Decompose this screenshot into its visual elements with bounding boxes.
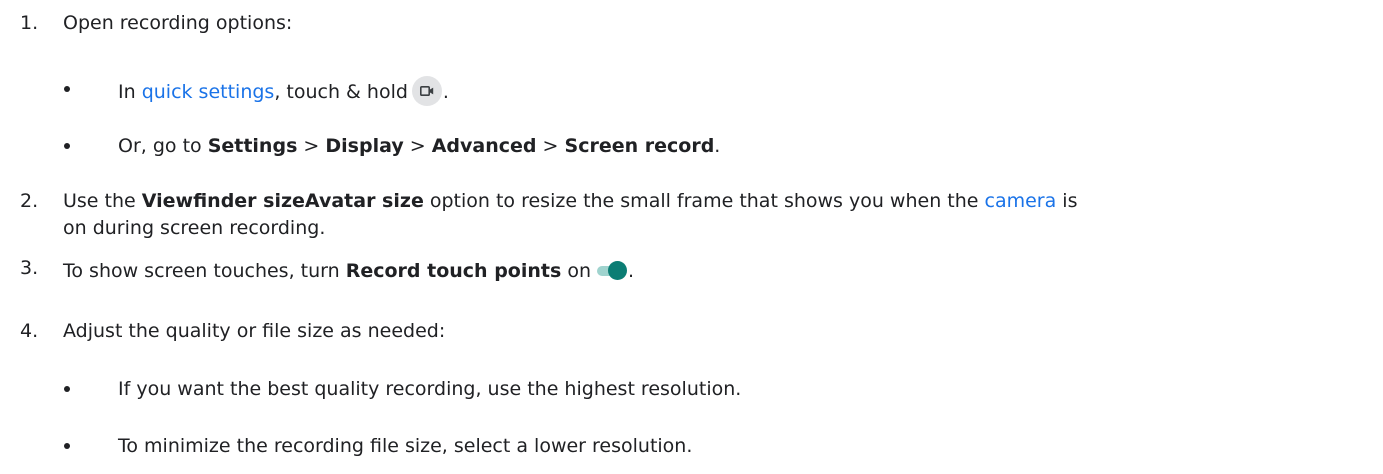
camera-link[interactable]: camera — [985, 190, 1057, 212]
bullet-icon — [64, 143, 70, 149]
bullet-icon — [64, 443, 70, 449]
step-4-bullet-minimize-size: To minimize the recording file size, sel… — [118, 435, 693, 457]
quick-settings-link[interactable]: quick settings — [142, 81, 275, 103]
screen-record-camera-icon — [411, 76, 442, 106]
step-3-text: To show screen touches, turn Record touc… — [63, 260, 635, 282]
bullet-icon — [64, 86, 70, 92]
step-4-bullet-best-quality: If you want the best quality recording, … — [118, 378, 742, 400]
step-1-text: Open recording options: — [63, 12, 293, 34]
bullet-icon — [64, 386, 70, 392]
step-1-bullet-settings-path: Or, go to Settings > Display > Advanced … — [118, 135, 721, 157]
toggle-on-icon — [597, 261, 628, 281]
step-4-number: 4. — [20, 320, 39, 342]
step-2-text-line2: on during screen recording. — [63, 217, 326, 239]
step-2-text: Use the Viewfinder sizeAvatar size optio… — [63, 190, 1078, 212]
step-1-number: 1. — [20, 12, 39, 34]
step-1-bullet-quick-settings: In quick settings, touch & hold. — [118, 76, 449, 106]
step-4-text: Adjust the quality or file size as neede… — [63, 320, 446, 342]
step-2-number: 2. — [20, 190, 39, 212]
step-3-number: 3. — [20, 257, 39, 279]
